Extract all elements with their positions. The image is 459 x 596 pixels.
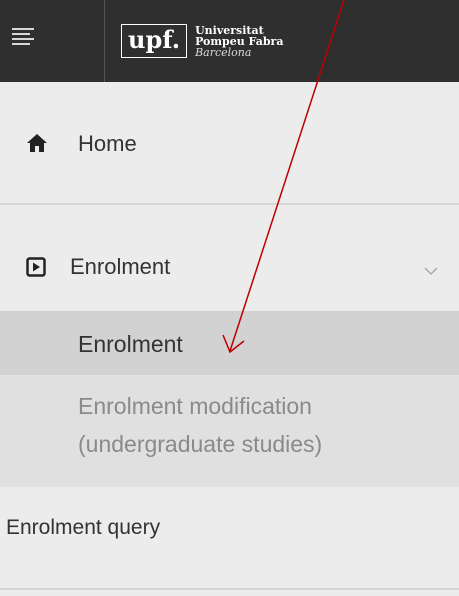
submenu-item-enrolment[interactable]: Enrolment xyxy=(0,311,459,375)
top-bar: upf. Universitat Pompeu Fabra Barcelona xyxy=(0,0,459,82)
chevron-down-icon[interactable] xyxy=(423,257,439,283)
upf-logo[interactable]: upf. Universitat Pompeu Fabra Barcelona xyxy=(121,20,283,62)
submenu-item-enrolment-modification[interactable]: Enrolment modification (undergraduate st… xyxy=(78,387,322,463)
sidebar-item-enrolment-query[interactable]: Enrolment query xyxy=(0,487,459,590)
divider xyxy=(104,0,105,82)
enrolment-submenu: Enrolment Enrolment modification (underg… xyxy=(0,311,459,487)
home-icon xyxy=(26,133,48,159)
sidebar-item-label: Enrolment xyxy=(70,254,171,279)
sidebar-item-label: Home xyxy=(78,131,137,156)
sidebar-footer xyxy=(0,592,459,596)
play-square-icon xyxy=(26,257,46,283)
logo-text: Universitat Pompeu Fabra Barcelona xyxy=(195,23,284,59)
sidebar-item-home[interactable]: Home xyxy=(0,82,459,205)
sidebar-nav: Home Enrolment Enrolment Enrolment modif… xyxy=(0,82,459,596)
logo-mark: upf. xyxy=(121,24,188,58)
sidebar-item-enrolment[interactable]: Enrolment xyxy=(0,207,459,305)
sidebar-item-label: Enrolment query xyxy=(6,516,161,539)
menu-icon[interactable] xyxy=(12,28,34,48)
